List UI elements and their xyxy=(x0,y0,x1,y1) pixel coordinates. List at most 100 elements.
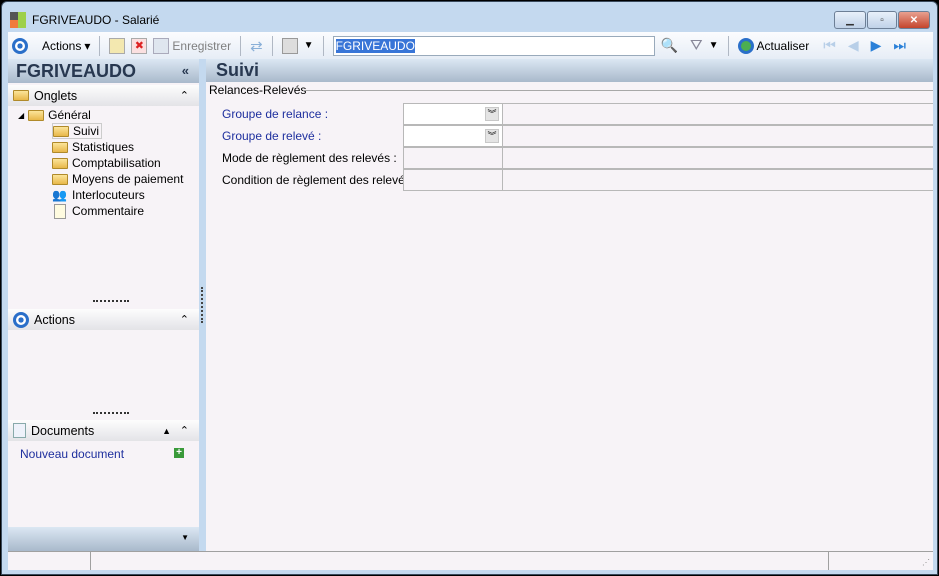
tree-item-statistiques[interactable]: Statistiques xyxy=(52,139,134,155)
main-panel: Suivi Relances-Relevés Groupe de relance… xyxy=(206,59,933,551)
record-title-header: FGRIVEAUDO « xyxy=(8,59,199,83)
next-record-icon[interactable]: ▶ xyxy=(871,37,882,54)
payment-mode-label: Mode de règlement des relevés : xyxy=(222,151,397,165)
group-divider xyxy=(303,90,933,91)
folder-open-icon xyxy=(53,125,69,137)
tree-item-label: Suivi xyxy=(73,124,100,138)
tree-item-suivi[interactable]: Suivi xyxy=(52,123,103,139)
close-button[interactable]: ✕ xyxy=(898,11,930,29)
window: FGRIVEAUDO - Salarié ▁ ▫ ✕ Actions ▾ ✖ En… xyxy=(1,1,938,575)
filter-dropdown-icon[interactable]: ▼ xyxy=(709,40,719,51)
print-dropdown-icon[interactable]: ▼ xyxy=(304,40,314,51)
tree-item-label: Moyens de paiement xyxy=(72,172,184,186)
vertical-splitter[interactable] xyxy=(201,287,203,323)
tree-item-comptabilisation[interactable]: Comptabilisation xyxy=(52,155,161,171)
scroll-up-icon[interactable]: ▲ xyxy=(162,426,171,436)
separator xyxy=(99,35,101,56)
status-divider xyxy=(828,552,829,570)
collapse-icon[interactable]: ⌃ xyxy=(180,424,189,437)
chevron-down-icon[interactable]: ︾ xyxy=(485,107,499,121)
document-icon xyxy=(54,203,66,219)
relance-group-select[interactable]: ︾ xyxy=(403,103,503,125)
payment-condition-label: Condition de règlement des relevés : xyxy=(222,173,418,187)
minimize-button[interactable]: ▁ xyxy=(834,11,866,29)
expand-icon[interactable]: ◢ xyxy=(18,111,24,120)
releve-group-description xyxy=(502,125,933,147)
filter-icon[interactable]: ⛛ xyxy=(690,37,703,54)
refresh-label: Actualiser xyxy=(756,38,810,53)
tree-item-general[interactable]: ◢ Général xyxy=(18,107,91,123)
maximize-button[interactable]: ▫ xyxy=(867,11,897,29)
separator xyxy=(322,35,324,56)
tree-item-label: Commentaire xyxy=(72,204,145,218)
releve-group-select[interactable]: ︾ xyxy=(403,125,503,147)
collapse-icon[interactable]: ⌃ xyxy=(180,89,189,102)
payment-mode-description xyxy=(502,147,933,169)
search-value: FGRIVEAUDO xyxy=(335,38,415,53)
folder-icon xyxy=(52,141,68,153)
sync-icon[interactable]: ⇄ xyxy=(250,37,263,55)
status-bar: ⋰ xyxy=(8,551,933,570)
document-icon xyxy=(13,423,26,438)
chevron-down-icon[interactable]: ︾ xyxy=(485,129,499,143)
actions-section-header[interactable]: Actions ⌃ xyxy=(8,309,199,330)
collapse-panel-icon[interactable]: « xyxy=(182,63,189,78)
separator xyxy=(727,35,729,56)
splitter-handle[interactable] xyxy=(93,300,129,302)
separator xyxy=(271,35,273,56)
previous-record-icon[interactable]: ◀ xyxy=(848,37,859,54)
separator xyxy=(240,35,242,56)
delete-icon[interactable]: ✖ xyxy=(131,37,148,54)
releve-group-label: Groupe de relevé : xyxy=(222,129,322,143)
tree-item-label: Comptabilisation xyxy=(72,156,161,170)
new-document-link[interactable]: Nouveau document xyxy=(20,447,124,461)
refresh-icon xyxy=(737,37,754,54)
refresh-button[interactable]: Actualiser xyxy=(737,37,810,54)
tree-item-interlocuteurs[interactable]: 👥 Interlocuteurs xyxy=(52,187,145,203)
tree-item-moyens-de-paiement[interactable]: Moyens de paiement xyxy=(52,171,183,187)
record-title: FGRIVEAUDO xyxy=(16,61,137,81)
payment-mode-field xyxy=(403,147,503,169)
search-input[interactable]: FGRIVEAUDO xyxy=(332,35,655,56)
folder-icon xyxy=(52,173,68,185)
status-divider xyxy=(90,552,91,570)
search-icon[interactable]: 🔍 xyxy=(661,37,678,54)
title-bar: FGRIVEAUDO - Salarié xyxy=(10,8,159,32)
tabs-section-label: Onglets xyxy=(34,88,78,103)
left-panel: FGRIVEAUDO « Onglets ⌃ ◢ Général Suivi St… xyxy=(8,59,199,551)
documents-section-header[interactable]: Documents ▲ ⌃ xyxy=(8,420,199,441)
splitter-handle[interactable] xyxy=(93,412,129,414)
actions-menu[interactable]: Actions ▾ xyxy=(42,39,90,53)
save-label: Enregistrer xyxy=(172,38,232,53)
documents-section-label: Documents xyxy=(31,423,95,438)
folder-icon xyxy=(13,90,29,101)
print-icon[interactable] xyxy=(281,37,298,54)
tree-item-commentaire[interactable]: Commentaire xyxy=(52,203,144,219)
tree-item-label: Interlocuteurs xyxy=(72,188,145,202)
window-title: FGRIVEAUDO - Salarié xyxy=(32,13,160,27)
payment-condition-description xyxy=(502,169,933,191)
tabs-section-header[interactable]: Onglets ⌃ xyxy=(8,85,199,106)
payment-condition-field xyxy=(403,169,503,191)
save-icon xyxy=(153,37,170,54)
resize-grip-icon[interactable]: ⋰ xyxy=(922,558,930,567)
new-icon[interactable] xyxy=(109,37,126,54)
group-title: Relances-Relevés xyxy=(209,83,307,97)
app-icon xyxy=(10,12,26,28)
page-title: Suivi xyxy=(206,59,933,82)
actions-section-label: Actions xyxy=(34,312,75,327)
actions-label: Actions xyxy=(42,38,82,53)
actions-icon xyxy=(13,311,29,328)
save-button[interactable]: Enregistrer xyxy=(153,37,232,54)
tree-item-label: Général xyxy=(48,108,91,122)
relance-group-label: Groupe de relance : xyxy=(222,107,329,121)
panel-dropdown[interactable]: ▼ xyxy=(8,527,199,551)
relance-group-description xyxy=(502,103,933,125)
add-icon[interactable]: + xyxy=(174,448,184,458)
collapse-icon[interactable]: ⌃ xyxy=(180,313,189,326)
toolbar: Actions ▾ ✖ Enregistrer ⇄ ▼ FGRIVEAUDO 🔍 … xyxy=(8,32,933,59)
tree-item-label: Statistiques xyxy=(72,140,135,154)
last-record-icon[interactable]: ⏭ xyxy=(893,37,906,54)
first-record-icon[interactable]: ⏮ xyxy=(823,37,836,54)
people-icon: 👥 xyxy=(52,188,67,202)
